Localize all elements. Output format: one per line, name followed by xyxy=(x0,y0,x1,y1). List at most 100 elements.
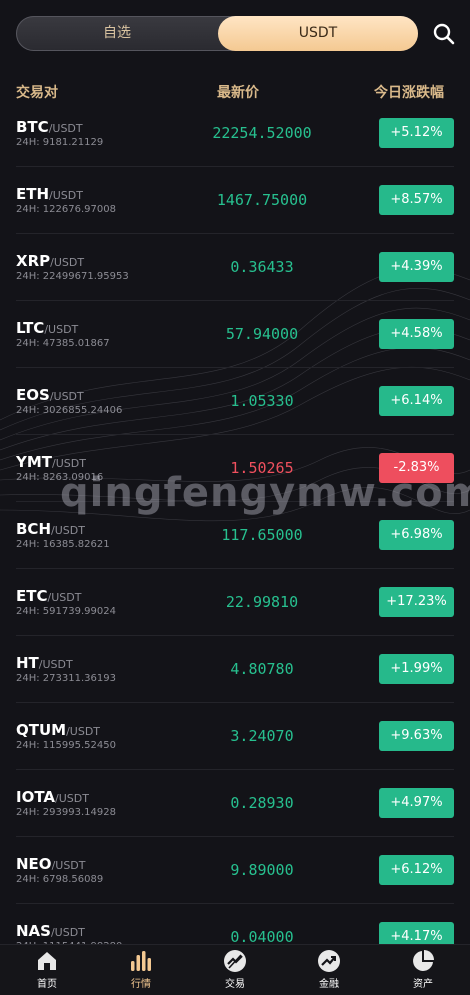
assets-pie-icon xyxy=(413,950,434,971)
market-row[interactable]: IOTA/USDT 24H: 293993.14928 0.28930 +4.97% xyxy=(16,770,454,837)
last-price: 57.94000 xyxy=(225,325,299,343)
market-row[interactable]: YMT/USDT 24H: 8263.09016 1.50265 -2.83% xyxy=(16,435,454,502)
change-badge[interactable]: +9.63% xyxy=(379,721,454,751)
market-row[interactable]: ETC/USDT 24H: 591739.99024 22.99810 +17.23% xyxy=(16,569,454,636)
last-price: 117.65000 xyxy=(221,526,303,544)
pair-base: NAS xyxy=(16,922,51,940)
tab-trade[interactable]: 交易 xyxy=(205,949,265,990)
bottom-tab-bar: 首页 行情 交易 金融 资产 xyxy=(0,944,470,995)
volume-24h: 24H: 122676.97008 xyxy=(16,204,116,215)
volume-24h: 24H: 9181.21129 xyxy=(16,137,104,148)
volume-24h: 24H: 293993.14928 xyxy=(16,807,116,818)
pair-symbol: QTUM/USDT xyxy=(16,721,100,739)
pair-quote: /USDT xyxy=(50,926,85,939)
last-price: 0.36433 xyxy=(230,258,294,276)
pair-symbol: LTC/USDT xyxy=(16,319,78,337)
volume-24h: 24H: 3026855.24406 xyxy=(16,405,123,416)
pair-quote: /USDT xyxy=(38,658,73,671)
change-badge[interactable]: +6.12% xyxy=(379,855,454,885)
pair-symbol: BCH/USDT xyxy=(16,520,85,538)
market-row[interactable]: BTC/USDT 24H: 9181.21129 22254.52000 +5.12% xyxy=(16,100,454,167)
change-badge[interactable]: +6.14% xyxy=(379,386,454,416)
last-price: 22.99810 xyxy=(225,593,299,611)
last-price: 22254.52000 xyxy=(212,124,312,142)
pair-quote: /USDT xyxy=(52,457,86,470)
pair-base: BCH xyxy=(16,520,51,538)
pair-base: LTC xyxy=(16,319,45,337)
change-badge[interactable]: +4.97% xyxy=(379,788,454,818)
finance-trend-icon xyxy=(318,950,340,972)
pair-symbol: HT/USDT xyxy=(16,654,73,672)
pair-symbol: EOS/USDT xyxy=(16,386,84,404)
header-change-label: 今日涨跌幅 xyxy=(374,85,444,101)
change-badge[interactable]: +5.12% xyxy=(379,118,454,148)
change-badge[interactable]: +4.58% xyxy=(379,319,454,349)
market-row[interactable]: NEO/USDT 24H: 6798.56089 9.89000 +6.12% xyxy=(16,837,454,904)
pair-symbol: ETH/USDT xyxy=(16,185,83,203)
volume-24h: 24H: 16385.82621 xyxy=(16,539,110,550)
market-row[interactable]: BCH/USDT 24H: 16385.82621 117.65000 +6.98% xyxy=(16,502,454,569)
pair-base: HT xyxy=(16,654,39,672)
search-icon[interactable] xyxy=(432,22,456,46)
change-badge[interactable]: +6.98% xyxy=(379,520,454,550)
change-badge[interactable]: +1.99% xyxy=(379,654,454,684)
pair-symbol: IOTA/USDT xyxy=(16,788,89,806)
last-price: 1467.75000 xyxy=(216,191,308,209)
market-chart-icon xyxy=(131,951,151,971)
change-badge[interactable]: +4.39% xyxy=(379,252,454,282)
home-icon xyxy=(38,952,56,970)
change-badge[interactable]: +8.57% xyxy=(379,185,454,215)
pair-base: ETC xyxy=(16,587,48,605)
market-row[interactable]: XRP/USDT 24H: 22499671.95953 0.36433 +4.39% xyxy=(16,234,454,301)
last-price: 9.89000 xyxy=(230,861,294,879)
pair-quote: /USDT xyxy=(47,591,82,604)
market-list: BTC/USDT 24H: 9181.21129 22254.52000 +5.12%… xyxy=(0,100,470,971)
change-badge[interactable]: +17.23% xyxy=(379,587,454,617)
segment-favorites-tab[interactable]: 自选 xyxy=(16,16,218,51)
pair-base: YMT xyxy=(16,453,53,471)
volume-24h: 24H: 273311.36193 xyxy=(16,673,116,684)
pair-quote: /USDT xyxy=(44,323,79,336)
tab-assets-label: 资产 xyxy=(413,979,433,990)
pair-base: EOS xyxy=(16,386,50,404)
volume-24h: 24H: 115995.52450 xyxy=(16,740,116,751)
pair-symbol: NEO/USDT xyxy=(16,855,86,873)
header-price-label: 最新价 xyxy=(217,85,259,101)
pair-quote: /USDT xyxy=(50,256,85,269)
tab-market-label: 行情 xyxy=(131,979,151,990)
trade-icon xyxy=(224,950,246,972)
pair-symbol: XRP/USDT xyxy=(16,252,84,270)
volume-24h: 24H: 6798.56089 xyxy=(16,874,104,885)
volume-24h: 24H: 8263.09016 xyxy=(16,472,104,483)
last-price: 0.28930 xyxy=(230,794,294,812)
market-row[interactable]: LTC/USDT 24H: 47385.01867 57.94000 +4.58% xyxy=(16,301,454,368)
header-pair-label: 交易对 xyxy=(16,85,58,101)
pair-symbol: YMT/USDT xyxy=(16,453,86,471)
pair-quote: /USDT xyxy=(51,524,85,537)
pair-quote: /USDT xyxy=(49,189,83,202)
last-price: 1.50265 xyxy=(230,459,294,477)
market-row[interactable]: ETH/USDT 24H: 122676.97008 1467.75000 +8.57… xyxy=(16,167,454,234)
pair-quote: /USDT xyxy=(66,725,101,738)
market-row[interactable]: QTUM/USDT 24H: 115995.52450 3.24070 +9.63% xyxy=(16,703,454,770)
change-badge[interactable]: -2.83% xyxy=(379,453,454,483)
pair-quote: /USDT xyxy=(51,859,86,872)
market-segment-control: 自选 USDT xyxy=(16,16,418,51)
pair-symbol: BTC/USDT xyxy=(16,118,83,136)
tab-market[interactable]: 行情 xyxy=(111,949,171,990)
pair-quote: /USDT xyxy=(55,792,89,805)
pair-base: IOTA xyxy=(16,788,56,806)
tab-finance[interactable]: 金融 xyxy=(299,949,359,990)
last-price: 3.24070 xyxy=(230,727,294,745)
tab-home[interactable]: 首页 xyxy=(17,949,77,990)
segment-usdt-tab[interactable]: USDT xyxy=(218,16,418,51)
pair-quote: /USDT xyxy=(49,390,84,403)
pair-symbol: ETC/USDT xyxy=(16,587,81,605)
pair-base: BTC xyxy=(16,118,49,136)
market-row[interactable]: EOS/USDT 24H: 3026855.24406 1.05330 +6.14% xyxy=(16,368,454,435)
top-bar: 自选 USDT xyxy=(0,0,470,70)
pair-quote: /USDT xyxy=(48,122,83,135)
market-row[interactable]: HT/USDT 24H: 273311.36193 4.80780 +1.99% xyxy=(16,636,454,703)
pair-base: XRP xyxy=(16,252,51,270)
tab-assets[interactable]: 资产 xyxy=(393,949,453,990)
